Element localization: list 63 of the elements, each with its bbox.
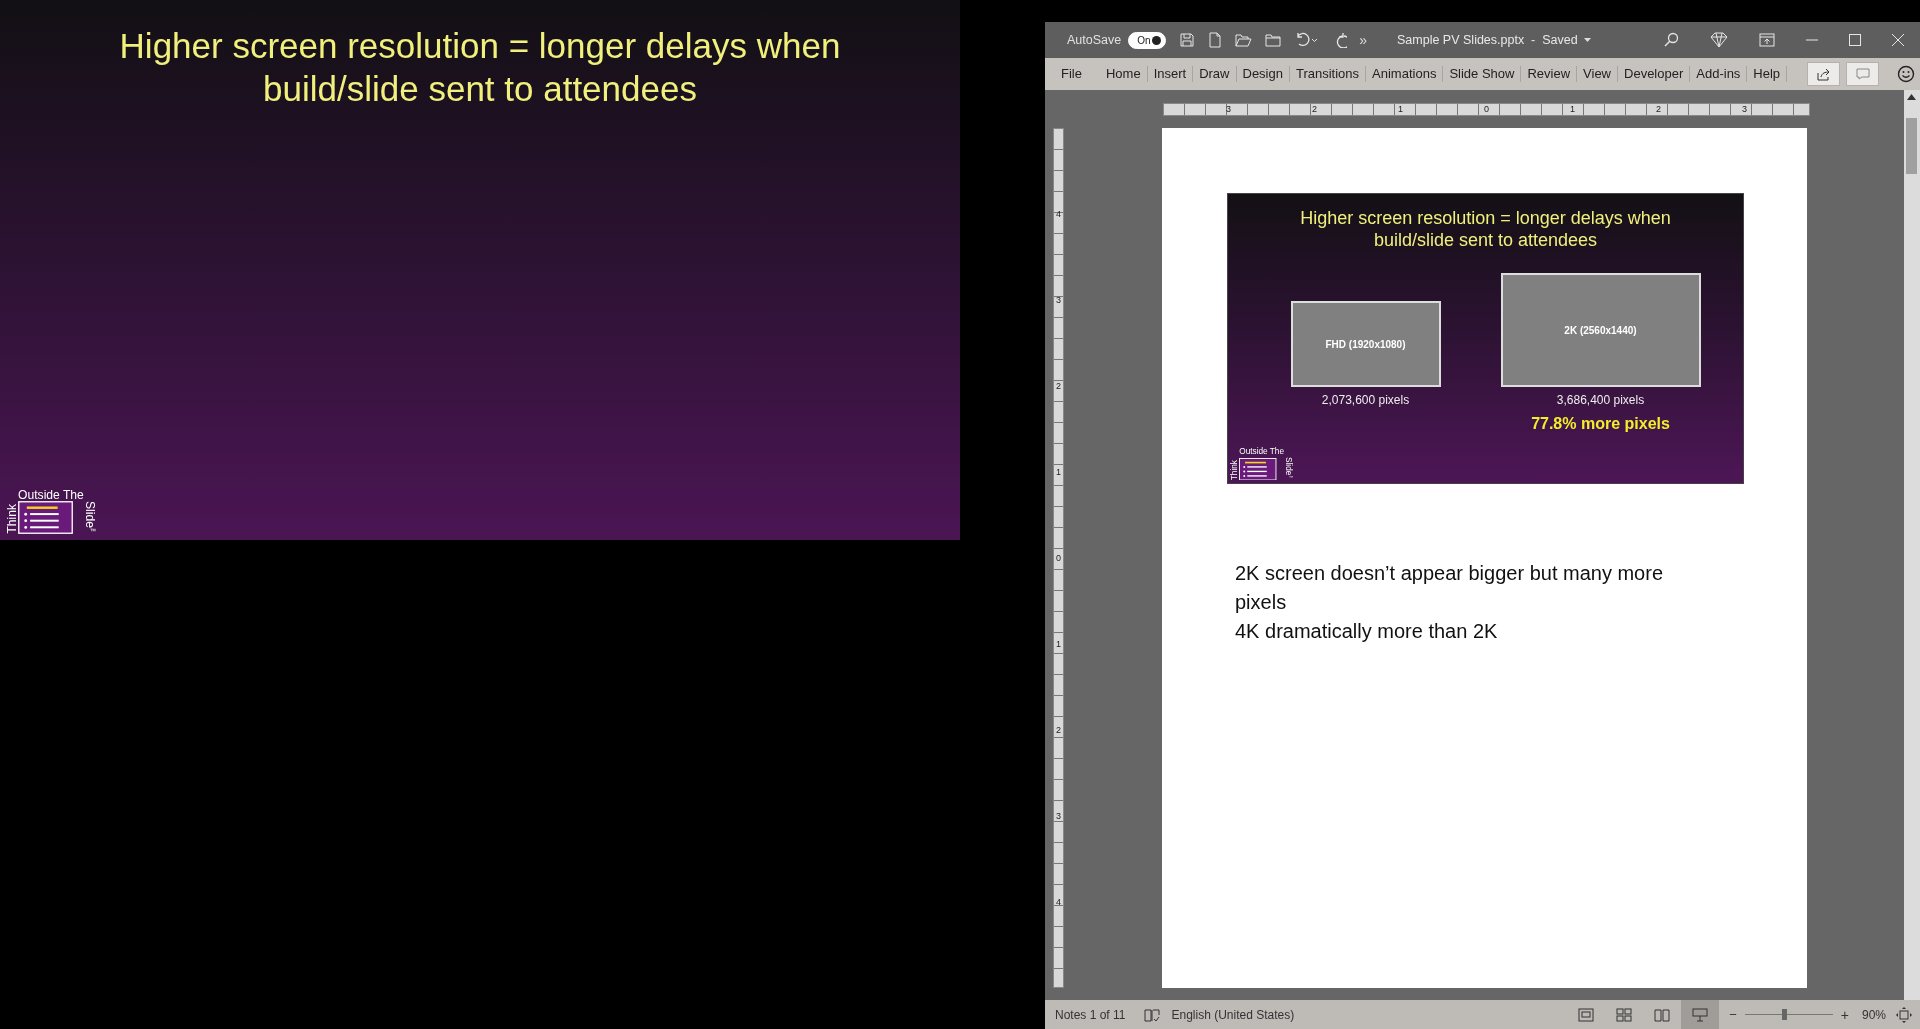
ribbon-tab[interactable]: File	[1053, 66, 1090, 82]
undo-icon[interactable]	[1294, 32, 1319, 48]
view-button[interactable]	[1681, 1000, 1720, 1029]
document-icon[interactable]	[1208, 32, 1223, 48]
logo-text: Think	[6, 504, 19, 534]
ribbon-tab[interactable]: Draw	[1193, 66, 1237, 82]
ribbon-tab[interactable]: Add-ins	[1690, 66, 1748, 82]
ribbon-tab[interactable]: View	[1577, 66, 1618, 82]
zoom-out-button[interactable]: −	[1729, 1007, 1737, 1022]
pixel-count: 2,073,600 pixels	[1321, 393, 1410, 407]
book-icon[interactable]	[1654, 1007, 1671, 1022]
logo-list-icon	[1239, 457, 1277, 480]
fit-to-window-icon[interactable]	[1896, 1006, 1912, 1023]
autosave-toggle[interactable]: On	[1128, 31, 1167, 49]
save-icon[interactable]	[1179, 32, 1196, 48]
logo-text: Outside The	[18, 488, 84, 501]
document-title[interactable]: Sample PV Slides.pptx - Saved	[1397, 33, 1591, 47]
notes-text[interactable]: 2K screen doesn’t appear bigger but many more pixels 4K dramatically more than 2K	[1235, 559, 1715, 646]
page-count: Notes 1 of 11	[1055, 1007, 1126, 1022]
scroll-up-arrow-icon[interactable]	[1907, 94, 1917, 100]
zoom-level[interactable]: 90%	[1861, 1007, 1886, 1022]
logo-list-icon	[18, 501, 74, 534]
highlight-text: 77.8% more pixels	[1531, 415, 1670, 433]
scrollbar-thumb[interactable]	[1906, 118, 1918, 174]
pixel-count: 3,686,400 pixels	[1556, 393, 1645, 407]
slide-title: Higher screen resolution = longer delays when build/slide sent to attendees	[1300, 207, 1671, 251]
open-folder-icon[interactable]	[1235, 33, 1253, 47]
normal-view-icon[interactable]	[1578, 1007, 1595, 1022]
ribbon-tab[interactable]: Design	[1236, 66, 1290, 82]
autosave-label: AutoSave	[1067, 33, 1122, 47]
maximize-icon[interactable]	[1849, 34, 1861, 46]
ribbon-tab[interactable]: Help	[1747, 66, 1788, 82]
zoom-slider-thumb[interactable]	[1782, 1009, 1788, 1020]
close-icon[interactable]	[1892, 34, 1904, 46]
horizontal-ruler: 3 2 1 0 1 2 3	[1163, 102, 1810, 116]
ribbon-tab[interactable]: Transitions	[1289, 66, 1367, 82]
book-check-icon[interactable]	[1143, 1007, 1160, 1022]
ribbon-display-icon[interactable]	[1759, 33, 1775, 47]
caret-icon[interactable]	[1583, 38, 1591, 42]
vertical-scrollbar[interactable]	[1903, 90, 1920, 1000]
ribbon-tab[interactable]: Home	[1099, 66, 1148, 82]
more-commands-button[interactable]: »	[1359, 32, 1367, 48]
presenter-icon[interactable]	[1692, 1007, 1709, 1022]
slide-title: Higher screen resolution = longer delays when build/slide sent to attendees	[119, 25, 841, 110]
search-icon[interactable]	[1663, 32, 1679, 48]
vertical-ruler: 4 3 2 1 0 1 2 3 4	[1053, 128, 1064, 988]
logo-text: Think	[1231, 459, 1240, 480]
diamond-icon[interactable]	[1710, 32, 1728, 48]
screen-rectangle: FHD (1920x1080)	[1290, 301, 1441, 387]
folder-icon[interactable]	[1265, 33, 1282, 47]
screen-rectangle: 2K (2560x1440)	[1500, 273, 1701, 387]
zoom-in-button[interactable]: +	[1840, 1006, 1849, 1023]
grid-icon[interactable]	[1616, 1007, 1633, 1022]
ribbon-tab[interactable]: Review	[1521, 66, 1578, 82]
ribbon-tab[interactable]: Insert	[1147, 66, 1194, 82]
comment-icon[interactable]	[1855, 68, 1870, 80]
smiley-icon[interactable]	[1897, 65, 1916, 83]
share-icon[interactable]	[1816, 67, 1831, 81]
language-label[interactable]: English (United States)	[1171, 1007, 1295, 1022]
ribbon-tab[interactable]: Animations	[1366, 66, 1444, 82]
ribbon-tab[interactable]: Developer	[1618, 66, 1691, 82]
ribbon-tab[interactable]: Slide Show	[1443, 66, 1522, 82]
logo-text: Outside The	[1239, 448, 1285, 457]
